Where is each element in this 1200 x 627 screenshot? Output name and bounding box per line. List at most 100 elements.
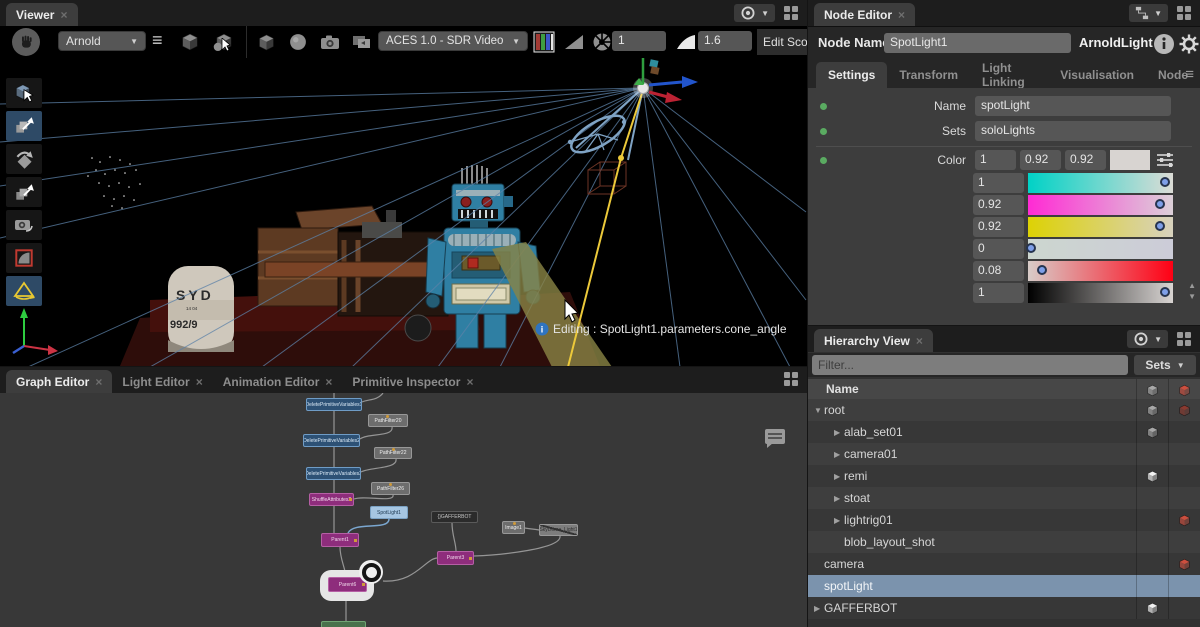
- gamma-field[interactable]: 1.6: [698, 31, 752, 51]
- node-name-input[interactable]: SpotLight1: [884, 33, 1071, 53]
- close-icon[interactable]: ×: [898, 8, 905, 22]
- layout-grid-icon[interactable]: [783, 5, 799, 21]
- list-header[interactable]: Name: [808, 379, 1200, 399]
- close-icon[interactable]: ×: [60, 8, 67, 22]
- hierarchy-row-lightrig01[interactable]: ▶lightrig01: [808, 509, 1200, 531]
- slider-gradient-bar[interactable]: [1028, 173, 1173, 193]
- graph-node-unnamed[interactable]: [321, 621, 366, 627]
- close-icon[interactable]: ×: [466, 375, 473, 389]
- gear-icon[interactable]: [1179, 34, 1199, 54]
- slider-handle[interactable]: [1155, 199, 1165, 209]
- hierarchy-row-camera01[interactable]: ▶camera01: [808, 443, 1200, 465]
- crop-window-tool[interactable]: [6, 243, 42, 273]
- graph-node-deleteprimitivevariables2[interactable]: DeletePrimitiveVariables2: [303, 434, 360, 447]
- close-icon[interactable]: ×: [325, 375, 332, 389]
- graph-node-pathfilter22[interactable]: PathFilter22: [374, 447, 412, 459]
- rotate-tool[interactable]: [6, 144, 42, 174]
- graph-node-parent3[interactable]: Parent3: [437, 551, 474, 565]
- close-icon[interactable]: ×: [916, 334, 923, 348]
- graph-node-deleteprimitivevariables1[interactable]: DeletePrimitiveVariables1: [306, 398, 362, 411]
- light-tool[interactable]: [6, 276, 42, 306]
- layout-grid-icon[interactable]: [783, 371, 799, 387]
- scene-selection-dropdown[interactable]: ▼: [1127, 330, 1168, 348]
- display-transform-dropdown[interactable]: ACES 1.0 - SDR Video▼: [378, 31, 528, 51]
- name-input[interactable]: spotLight: [975, 96, 1171, 116]
- slider-handle[interactable]: [1026, 243, 1036, 253]
- camera-tool[interactable]: [6, 210, 42, 240]
- tab-visualisation[interactable]: Visualisation: [1048, 62, 1146, 88]
- hierarchy-row-alab-set01[interactable]: ▶alab_set01: [808, 421, 1200, 443]
- shader-ball-button[interactable]: [284, 30, 312, 54]
- hierarchy-row-blob-layout-shot[interactable]: blob_layout_shot: [808, 531, 1200, 553]
- info-icon[interactable]: [1153, 33, 1175, 55]
- layout-grid-icon[interactable]: [1176, 331, 1192, 347]
- tab-light-editor[interactable]: Light Editor×: [112, 370, 212, 393]
- slider-gradient-bar[interactable]: [1028, 239, 1173, 259]
- scrollbar-arrows[interactable]: ▲▼: [1188, 281, 1196, 301]
- graph-node-shuffleattributes2[interactable]: ShuffleAttributes2: [309, 493, 354, 506]
- graph-node-spotlight1[interactable]: SpotLight1: [370, 506, 408, 519]
- expander-icon[interactable]: ▶: [834, 450, 844, 459]
- graph-node-pathfilter26[interactable]: PathFilter26: [371, 482, 410, 495]
- tabs-menu-icon[interactable]: ≡: [1185, 66, 1194, 83]
- channels-button[interactable]: [532, 30, 556, 54]
- slider-value-field[interactable]: 1: [973, 173, 1024, 193]
- shading-mode-button[interactable]: [176, 30, 204, 54]
- filter-input[interactable]: [812, 355, 1128, 375]
- geometry-button[interactable]: [252, 30, 280, 54]
- graph-node-gafferbot[interactable]: {} GAFFERBOT: [431, 511, 478, 523]
- expander-icon[interactable]: ▶: [834, 494, 844, 503]
- color-r-field[interactable]: 1: [975, 150, 1016, 170]
- scale-tool[interactable]: [6, 177, 42, 207]
- viewer-canvas[interactable]: SYD 14 04 992/9: [0, 58, 807, 366]
- camera-settings-dropdown[interactable]: ▼: [734, 4, 775, 22]
- graph-node-pathfilter20[interactable]: PathFilter20: [368, 414, 408, 427]
- viewer-menu-icon[interactable]: ≡: [152, 30, 163, 51]
- color-g-field[interactable]: 0.92: [1020, 150, 1061, 170]
- translate-tool[interactable]: [6, 111, 42, 141]
- color-swatch[interactable]: [1110, 150, 1150, 170]
- slider-handle[interactable]: [1037, 265, 1047, 275]
- expander-icon[interactable]: ▶: [834, 516, 844, 525]
- hierarchy-row-remi[interactable]: ▶remi: [808, 465, 1200, 487]
- graph-node-image1[interactable]: Image1: [502, 521, 525, 534]
- slider-gradient-bar[interactable]: [1028, 217, 1173, 237]
- tab-node-editor[interactable]: Node Editor×: [814, 3, 915, 26]
- tab-settings[interactable]: Settings: [816, 62, 887, 88]
- image-layers-button[interactable]: [348, 30, 376, 54]
- color-chooser-icon[interactable]: [1156, 152, 1174, 168]
- tab-transform[interactable]: Transform: [887, 62, 970, 88]
- tab-hierarchy-view[interactable]: Hierarchy View×: [814, 329, 933, 352]
- slider-value-field[interactable]: 0.92: [973, 195, 1024, 215]
- exposure-field[interactable]: 1: [612, 31, 666, 51]
- tab-animation-editor[interactable]: Animation Editor×: [213, 370, 343, 393]
- edit-scope-button[interactable]: Edit Scope: [757, 29, 807, 55]
- camera-button[interactable]: [316, 30, 344, 54]
- slider-gradient-bar[interactable]: [1028, 261, 1173, 281]
- close-icon[interactable]: ×: [95, 375, 102, 389]
- layout-grid-icon[interactable]: [1176, 5, 1192, 21]
- slider-handle[interactable]: [1160, 287, 1170, 297]
- tab-light-linking[interactable]: Light Linking: [970, 62, 1048, 88]
- graph-node-parent1[interactable]: Parent1: [321, 533, 359, 547]
- sets-dropdown[interactable]: Sets▼: [1134, 355, 1196, 375]
- graph-canvas[interactable]: DeletePrimitiveVariables1 PathFilter20 Del…: [0, 393, 807, 627]
- select-tool[interactable]: [6, 78, 42, 108]
- hierarchy-row-camera[interactable]: camera: [808, 553, 1200, 575]
- slider-handle[interactable]: [1160, 177, 1170, 187]
- slider-value-field[interactable]: 0.92: [973, 217, 1024, 237]
- close-icon[interactable]: ×: [196, 375, 203, 389]
- tab-graph-editor[interactable]: Graph Editor×: [6, 370, 112, 393]
- slider-handle[interactable]: [1155, 221, 1165, 231]
- focus-ring[interactable]: [359, 560, 383, 584]
- hierarchy-row-stoat[interactable]: ▶stoat: [808, 487, 1200, 509]
- expander-icon[interactable]: ▶: [814, 604, 824, 613]
- hierarchy-row-spotlight[interactable]: spotLight: [808, 575, 1200, 597]
- node-graph-dropdown[interactable]: ▼: [1129, 4, 1168, 22]
- slider-gradient-bar[interactable]: [1028, 195, 1173, 215]
- color-b-field[interactable]: 0.92: [1065, 150, 1106, 170]
- graph-node-deleteprimitivevariables3[interactable]: DeletePrimitiveVariables3: [306, 467, 361, 480]
- hierarchy-row-root[interactable]: ▼root: [808, 399, 1200, 421]
- hierarchy-row-gafferbot[interactable]: ▶GAFFERBOT: [808, 597, 1200, 619]
- slider-gradient-bar[interactable]: [1028, 283, 1173, 303]
